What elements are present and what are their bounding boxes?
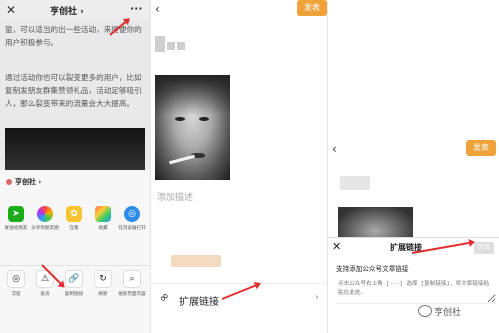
article-line: 人，那么裂变带来的流量会大大提高。 [5,99,135,108]
share-sheet: 亨创社 › ➤ 发送给朋友 分享到朋友圈 ✿ 在看 收藏 ◎ 在浏览器打开 ◎ … [0,170,150,333]
close-icon[interactable]: ✕ [332,240,341,253]
divider [151,283,328,284]
sheet-divider [0,265,150,266]
done-button[interactable]: 完成 [474,242,494,254]
watermark: 亨创社 [418,305,461,318]
publish-button[interactable]: 发表 [466,140,496,156]
link-icon: ∞ [155,288,173,306]
more-dots-icon[interactable]: ··· [130,2,143,15]
float-window-button[interactable]: ◎ 浮窗 [2,270,30,297]
browser-icon: ◎ [124,206,140,222]
compose-panel: ‹ 发表 添加描述 ∞ 扩展链接 › [150,0,328,333]
browser-button[interactable]: ◎ 在浏览器打开 [118,206,146,231]
extend-link-label: 扩展链接 [179,297,219,308]
publish-button[interactable]: 发表 [297,0,327,16]
add-description[interactable]: 添加描述 [157,190,193,203]
sheet-account: 亨创社 › [6,177,41,187]
article-image [5,128,145,173]
account-avatar [6,179,12,185]
blurred-header [340,176,370,190]
back-icon[interactable]: ‹ [155,2,160,16]
complain-button[interactable]: ⚠ 投诉 [31,270,59,297]
divider [336,303,492,304]
back-icon[interactable]: ‹ [332,142,337,156]
article-line: 通过活动你也可以裂变更多的用户，比如 [5,73,142,82]
share-friend-icon: ➤ [8,206,24,222]
chevron-right-icon: › [315,292,319,303]
share-friend-button[interactable]: ➤ 发送给朋友 [2,206,30,231]
link-input[interactable] [336,277,496,303]
copy-link-icon: 🔗 [65,270,83,288]
extend-link-panel: ‹ 发表 ✕ 扩展链接 完成 支持添加公众号文章链接 [327,0,499,333]
collect-icon [95,206,111,222]
refresh-button[interactable]: ↻ 刷新 [89,270,117,297]
page-title: 亨创社 › [50,7,84,17]
refresh-icon: ↻ [94,270,112,288]
blurred-content [171,255,221,267]
collect-button[interactable]: 收藏 [89,206,117,231]
close-icon[interactable]: ✕ [6,3,16,17]
attached-photo [338,207,413,237]
look-icon: ✿ [66,206,82,222]
float-window-icon: ◎ [7,270,25,288]
search-page-icon: ⌕ [123,270,141,288]
attached-photo[interactable] [155,75,230,180]
moments-icon [37,206,53,222]
article-line: 用户积极参与。 [5,38,59,47]
blurred-header [155,36,187,56]
watermark-logo-icon [418,305,432,317]
moments-button[interactable]: 分享到朋友圈 [31,206,59,231]
action-row: ◎ 浮窗 ⚠ 投诉 🔗 复制链接 ↻ 刷新 ⌕ 搜索页面内容 [0,270,150,320]
article-line: 复制发朋友群集赞领礼品，活动足够吸引 [5,86,142,95]
look-button[interactable]: ✿ 在看 [60,206,88,231]
dialog-subtitle: 支持添加公众号文章链接 [336,265,409,273]
article-share-panel: ✕ 亨创社 › ··· 跫，可以适当的出一些活动，来提便你的 用户积极参与。 通… [0,0,150,333]
share-row: ➤ 发送给朋友 分享到朋友圈 ✿ 在看 收藏 ◎ 在浏览器打开 [0,206,150,256]
search-page-button[interactable]: ⌕ 搜索页面内容 [118,270,146,297]
